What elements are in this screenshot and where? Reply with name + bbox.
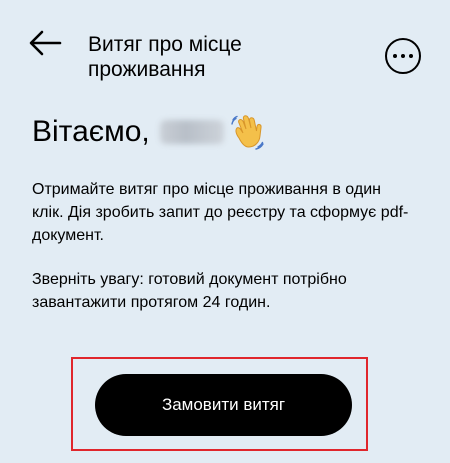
more-options-button[interactable] [385,38,421,74]
more-dot [401,54,405,58]
user-name-blurred [159,120,224,144]
arrow-left-icon [29,30,62,56]
order-extract-button[interactable]: Замовити витяг [95,374,352,436]
waving-hand-icon [231,115,264,150]
page-title: Витяг про місце проживання [88,33,242,81]
greeting: Вітаємо, [32,110,264,154]
back-button[interactable] [28,30,62,56]
header: Витяг про місце проживання [0,0,450,100]
info-paragraph-2: Зверніть увагу: готовий документ потрібн… [32,271,347,311]
more-dot [409,54,413,58]
greeting-text: Вітаємо, [32,115,150,148]
info-paragraph-1: Отримайте витяг про місце проживання в о… [32,181,409,244]
more-horizontal-icon [393,54,397,58]
